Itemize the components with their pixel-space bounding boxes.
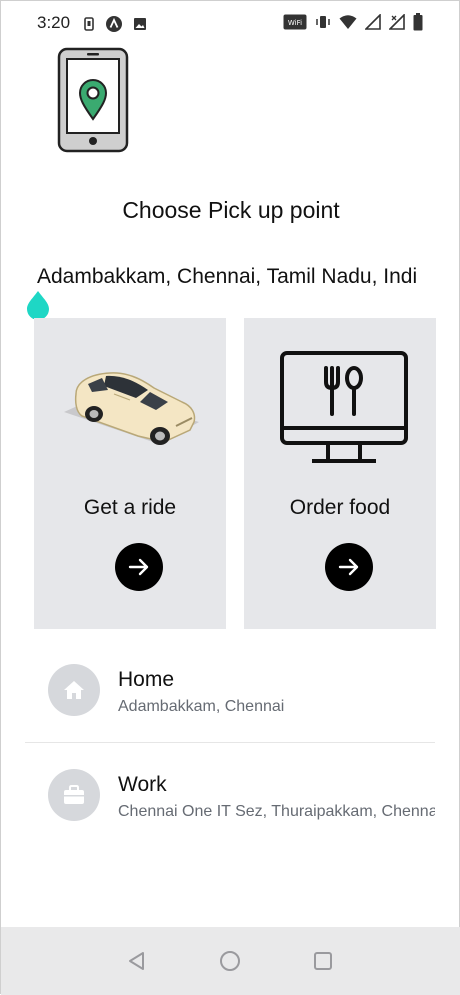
- status-bar: 3:20 WiFi: [1, 1, 460, 45]
- car-icon: [64, 360, 204, 460]
- get-a-ride-arrow-button[interactable]: [115, 543, 163, 591]
- page-title: Choose Pick up point: [122, 197, 340, 223]
- signal-icon: [364, 13, 381, 35]
- work-avatar: [48, 769, 100, 821]
- battery-icon: [413, 13, 423, 36]
- image-icon: [133, 17, 147, 36]
- saved-place-home[interactable]: Home Adambakkam, Chennai: [25, 638, 435, 742]
- arrow-right-icon: [128, 558, 149, 576]
- system-nav-bar: [1, 927, 460, 995]
- vibrate-icon: [315, 14, 331, 35]
- saved-place-work[interactable]: Work Chennai One IT Sez, Thuraipakkam, C…: [25, 743, 435, 847]
- order-food-card[interactable]: Order food: [244, 318, 436, 629]
- briefcase-icon: [64, 785, 84, 804]
- get-a-ride-label: Get a ride: [83, 496, 177, 519]
- signal-x-icon: [388, 13, 405, 35]
- monitor-fork-spoon-icon: [278, 350, 410, 466]
- place-name: Work: [118, 773, 167, 796]
- recents-square-icon: [314, 952, 332, 970]
- wifi-icon: [339, 14, 357, 35]
- place-address: Chennai One IT Sez, Thuraipakkam, Chenna…: [118, 803, 435, 820]
- get-a-ride-card[interactable]: Get a ride: [34, 318, 226, 629]
- order-food-label: Order food: [289, 496, 391, 519]
- svg-text:WiFi: WiFi: [288, 19, 302, 27]
- recents-button[interactable]: [309, 947, 337, 975]
- home-icon: [64, 681, 84, 699]
- location-drop-icon: [25, 289, 51, 320]
- sim-card-icon: [83, 17, 95, 36]
- status-time: 3:20: [37, 13, 71, 32]
- back-button[interactable]: [123, 947, 151, 975]
- app-a-icon: [105, 15, 123, 38]
- place-name: Home: [118, 668, 175, 691]
- arrow-right-icon: [338, 558, 359, 576]
- back-triangle-icon: [129, 952, 144, 970]
- phone-location-icon: [57, 47, 131, 155]
- volte-wifi-icon: WiFi: [283, 14, 307, 35]
- place-address: Adambakkam, Chennai: [118, 698, 285, 715]
- home-nav-button[interactable]: [216, 947, 244, 975]
- home-circle-icon: [220, 951, 240, 971]
- pickup-address[interactable]: Adambakkam, Chennai, Tamil Nadu, Indi: [37, 265, 431, 289]
- home-avatar: [48, 664, 100, 716]
- order-food-arrow-button[interactable]: [325, 543, 373, 591]
